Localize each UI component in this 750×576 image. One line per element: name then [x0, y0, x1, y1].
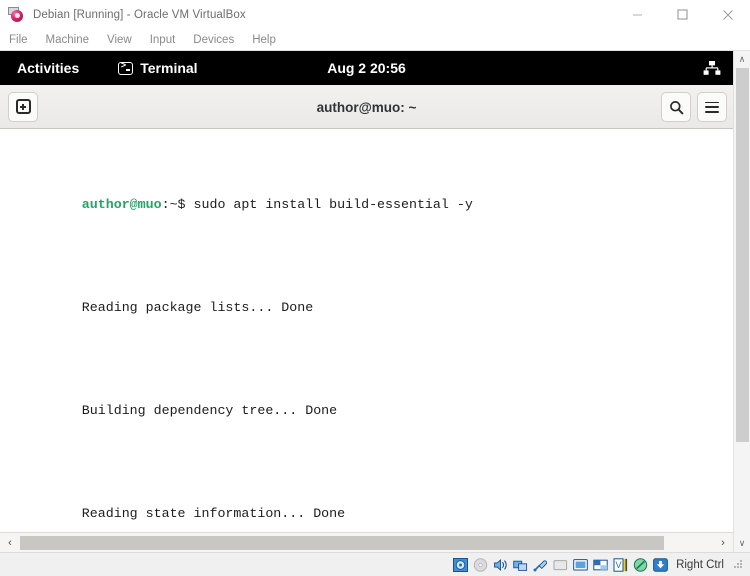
activities-button[interactable]: Activities: [17, 60, 79, 76]
menu-bar: File Machine View Input Devices Help: [0, 29, 750, 51]
window-titlebar: Debian [Running] - Oracle VM VirtualBox: [0, 0, 750, 29]
plus-square-icon: [15, 99, 31, 114]
mouse-integration-icon[interactable]: [633, 557, 648, 572]
horizontal-scrollbar[interactable]: ‹ ›: [0, 532, 733, 552]
hamburger-menu-icon: [705, 101, 719, 113]
debian-guest-screen: Activities Terminal Aug 2 20:56: [0, 51, 733, 552]
terminal-line: Reading package lists... Done: [2, 277, 733, 339]
horizontal-scroll-thumb[interactable]: [20, 535, 665, 550]
terminal-line: Reading state information... Done: [2, 483, 733, 532]
gnome-top-bar: Activities Terminal Aug 2 20:56: [0, 51, 733, 85]
vertical-scroll-track[interactable]: [733, 68, 750, 535]
menu-item-help[interactable]: Help: [252, 34, 285, 46]
guest-screen-area: Activities Terminal Aug 2 20:56: [0, 51, 750, 552]
terminal-line: Building dependency tree... Done: [2, 380, 733, 442]
terminal-title: author@muo: ~: [316, 99, 417, 115]
vertical-scroll-thumb[interactable]: [735, 68, 749, 442]
new-tab-button[interactable]: [8, 91, 38, 122]
scroll-down-arrow-icon[interactable]: ∨: [734, 535, 750, 552]
hamburger-menu-button[interactable]: [697, 92, 727, 122]
maximize-button[interactable]: [660, 0, 705, 29]
shared-folders-icon[interactable]: [553, 558, 568, 572]
minimize-button[interactable]: [615, 0, 660, 29]
menu-item-file[interactable]: File: [9, 34, 37, 46]
scroll-up-arrow-icon[interactable]: ∧: [734, 51, 750, 68]
menu-item-view[interactable]: View: [107, 34, 141, 46]
search-button[interactable]: [661, 92, 691, 122]
network-adapter-icon[interactable]: [513, 558, 528, 572]
scroll-left-arrow-icon[interactable]: ‹: [0, 533, 20, 553]
app-menu-button[interactable]: Terminal: [118, 60, 198, 76]
hard-disk-icon[interactable]: [453, 557, 469, 572]
app-menu-label: Terminal: [140, 60, 198, 76]
terminal-command: sudo apt install build-essential -y: [193, 196, 473, 212]
scroll-right-arrow-icon[interactable]: ›: [713, 533, 733, 553]
vertical-scrollbar[interactable]: ∧ ∨: [733, 51, 750, 552]
host-key-icon[interactable]: [653, 557, 668, 572]
menu-item-machine[interactable]: Machine: [46, 34, 98, 46]
terminal-prompt-sep: :~$: [161, 196, 194, 212]
host-key-label: Right Ctrl: [676, 558, 724, 571]
usb-icon[interactable]: [533, 558, 548, 572]
menu-item-input[interactable]: Input: [150, 34, 185, 46]
svg-text:V: V: [616, 560, 622, 570]
resize-grip[interactable]: [733, 559, 744, 570]
clock[interactable]: Aug 2 20:56: [0, 51, 733, 85]
optical-disk-icon[interactable]: [473, 557, 488, 572]
terminal-text: Reading state information... Done: [81, 505, 346, 521]
window-title: Debian [Running] - Oracle VM VirtualBox: [33, 8, 246, 21]
system-status-area[interactable]: [703, 51, 721, 85]
network-wired-icon: [703, 61, 721, 75]
audio-icon[interactable]: [493, 558, 508, 572]
virtualbox-window: Debian [Running] - Oracle VM VirtualBox …: [0, 0, 750, 576]
terminal-output[interactable]: author@muo:~$ sudo apt install build-ess…: [0, 129, 733, 532]
terminal-text: Reading package lists... Done: [81, 299, 314, 315]
horizontal-scroll-track[interactable]: [20, 535, 713, 550]
terminal-prompt-user: author@muo: [81, 196, 162, 212]
window-controls: [615, 0, 750, 29]
terminal-icon: [118, 60, 134, 75]
menu-item-devices[interactable]: Devices: [193, 34, 243, 46]
terminal-line: author@muo:~$ sudo apt install build-ess…: [2, 174, 733, 236]
virtualbox-icon: [8, 6, 24, 23]
terminal-text: Building dependency tree... Done: [81, 402, 338, 418]
close-button[interactable]: [705, 0, 750, 29]
recording-icon[interactable]: [593, 558, 608, 572]
search-icon: [669, 100, 683, 114]
status-bar: V Right Ctrl: [0, 552, 750, 576]
display-icon[interactable]: [573, 558, 588, 572]
terminal-headerbar: author@muo: ~: [0, 85, 733, 129]
virtualization-icon[interactable]: V: [613, 557, 628, 572]
